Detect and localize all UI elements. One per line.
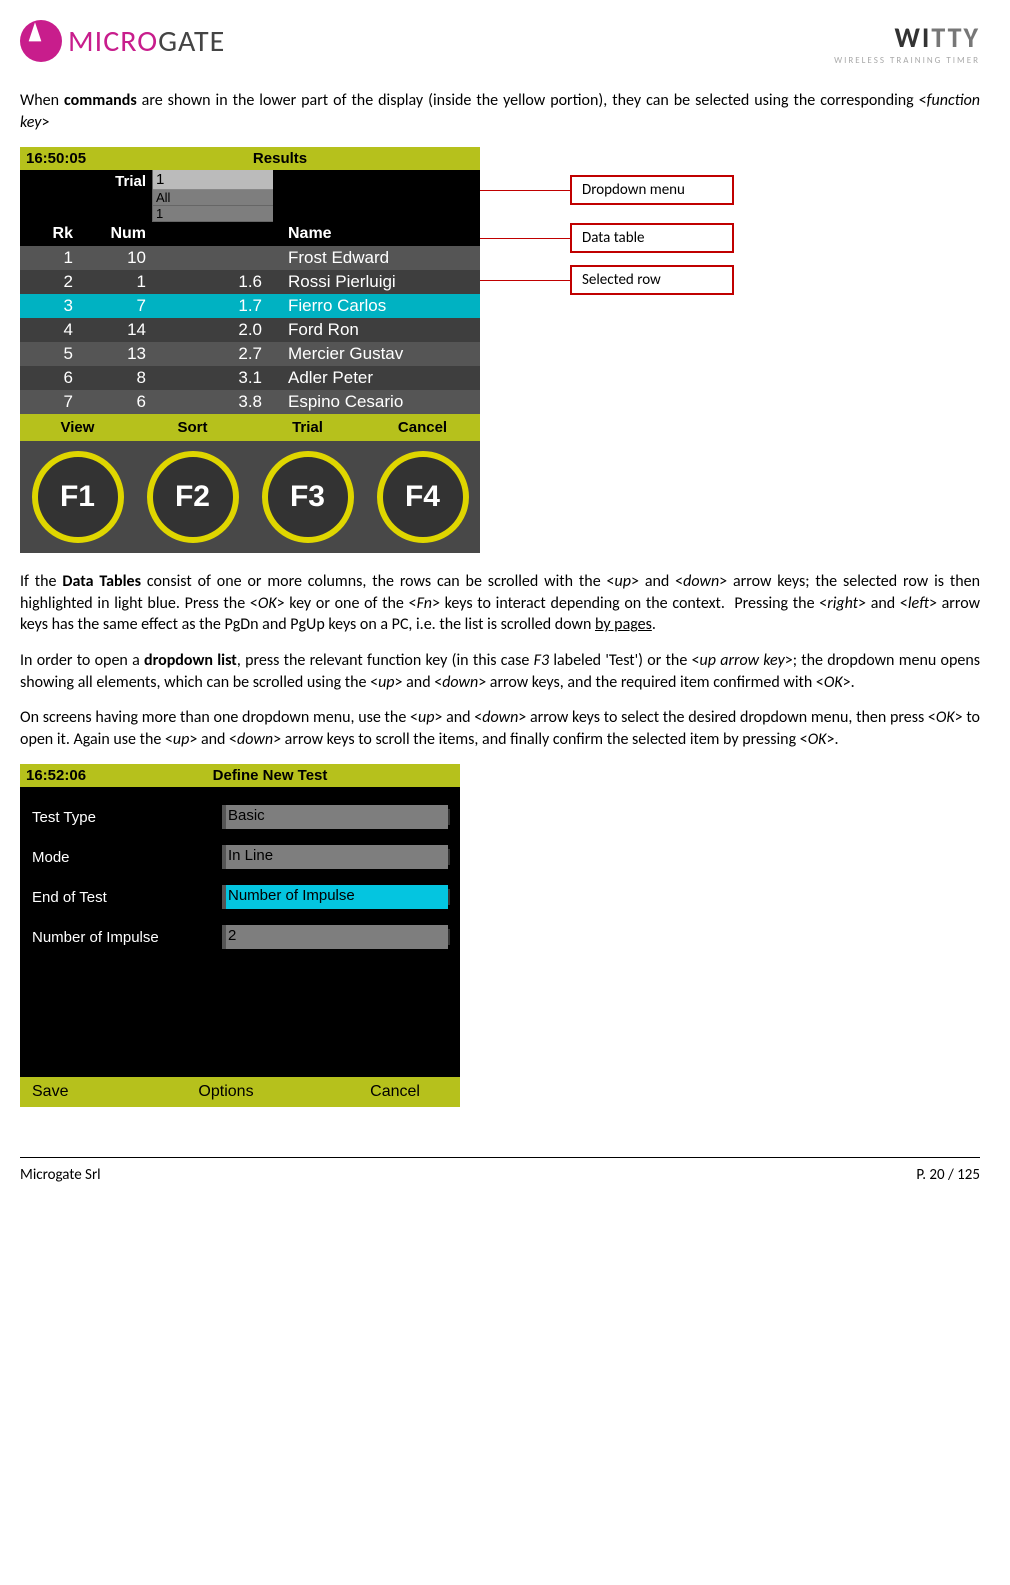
page-header: MICROGATE WITTY WIRELESS TRAINING TIMER [20, 20, 980, 66]
callout-datatable: Data table [570, 223, 734, 253]
table-row[interactable]: 763.8Espino Cesario [20, 390, 480, 414]
table-row[interactable]: 4142.0Ford Ron [20, 318, 480, 342]
cmd-cancel[interactable]: Cancel [365, 419, 480, 436]
brand-text: MICRO [68, 23, 158, 60]
form-value[interactable]: Basic [222, 805, 448, 829]
table-row[interactable]: 683.1Adler Peter [20, 366, 480, 390]
col-name: Name [280, 222, 480, 246]
command-bar: View Sort Trial Cancel [20, 414, 480, 441]
form-label: Mode [32, 849, 222, 866]
form-label: Number of Impulse [32, 929, 222, 946]
title-bar: 16:50:05 Results [20, 147, 480, 170]
dropdown-option[interactable]: 1 [153, 206, 273, 222]
trial-dropdown[interactable]: 1 All 1 [153, 170, 273, 222]
brand-text: GATE [158, 23, 225, 60]
title-bar: 16:52:06 Define New Test [20, 764, 460, 787]
microgate-icon [20, 20, 62, 62]
cmd-cancel[interactable]: Cancel [291, 1083, 460, 1101]
callouts: Dropdown menu Data table Selected row [480, 147, 734, 295]
form-label: End of Test [32, 889, 222, 906]
form-row[interactable]: Number of Impulse2 [20, 917, 460, 957]
cmd-options[interactable]: Options [161, 1083, 290, 1101]
f1-key[interactable]: F1 [32, 451, 124, 543]
paragraph-4: On screens having more than one dropdown… [20, 707, 980, 750]
form-row[interactable]: End of TestNumber of Impulse [20, 877, 460, 917]
witty-logo: WITTY WIRELESS TRAINING TIMER [834, 20, 980, 66]
dropdown-selected[interactable]: 1 [153, 170, 273, 190]
table-row[interactable]: 5132.7Mercier Gustav [20, 342, 480, 366]
form-value[interactable]: Number of Impulse [222, 885, 448, 909]
results-screen: 16:50:05 Results Trial 1 All 1 Rk Num Na… [20, 147, 480, 553]
clock: 16:52:06 [26, 767, 86, 784]
form-row[interactable]: ModeIn Line [20, 837, 460, 877]
col-num: Num [83, 222, 164, 246]
screen-title: Results [86, 150, 474, 167]
screen-title: Define New Test [86, 767, 454, 784]
paragraph-3: In order to open a dropdown list, press … [20, 650, 980, 693]
define-test-screen: 16:52:06 Define New Test Test TypeBasicM… [20, 764, 460, 1107]
command-bar: Save Options Cancel [20, 1077, 460, 1107]
f2-key[interactable]: F2 [147, 451, 239, 543]
col-gap [164, 222, 280, 246]
table-row[interactable]: 110Frost Edward [20, 246, 480, 270]
f4-key[interactable]: F4 [377, 451, 469, 543]
dropdown-option[interactable]: All [153, 190, 273, 206]
cmd-sort[interactable]: Sort [135, 419, 250, 436]
cmd-save[interactable]: Save [20, 1083, 161, 1101]
table-row[interactable]: 371.7Fierro Carlos [20, 294, 480, 318]
col-rank: Rk [20, 222, 83, 246]
form-value[interactable]: In Line [222, 845, 448, 869]
cmd-trial[interactable]: Trial [250, 419, 365, 436]
paragraph-2: If the Data Tables consist of one or mor… [20, 571, 980, 636]
microgate-logo: MICROGATE [20, 20, 225, 62]
clock: 16:50:05 [26, 150, 86, 167]
cmd-view[interactable]: View [20, 419, 135, 436]
table-row[interactable]: 211.6Rossi Pierluigi [20, 270, 480, 294]
trial-label: Trial [20, 170, 153, 222]
paragraph-1: When commands are shown in the lower par… [20, 90, 980, 133]
form-row[interactable]: Test TypeBasic [20, 797, 460, 837]
page-footer: Microgate Srl P. 20 / 125 [20, 1157, 980, 1184]
form-label: Test Type [32, 809, 222, 826]
form-value[interactable]: 2 [222, 925, 448, 949]
f3-key[interactable]: F3 [262, 451, 354, 543]
function-keys: F1 F2 F3 F4 [20, 441, 480, 553]
callout-dropdown: Dropdown menu [570, 175, 734, 205]
footer-company: Microgate Srl [20, 1166, 101, 1184]
callout-selected: Selected row [570, 265, 734, 295]
tagline: WIRELESS TRAINING TIMER [834, 55, 980, 66]
results-table[interactable]: Rk Num Name 110Frost Edward211.6Rossi Pi… [20, 222, 480, 414]
footer-page: P. 20 / 125 [916, 1166, 980, 1184]
